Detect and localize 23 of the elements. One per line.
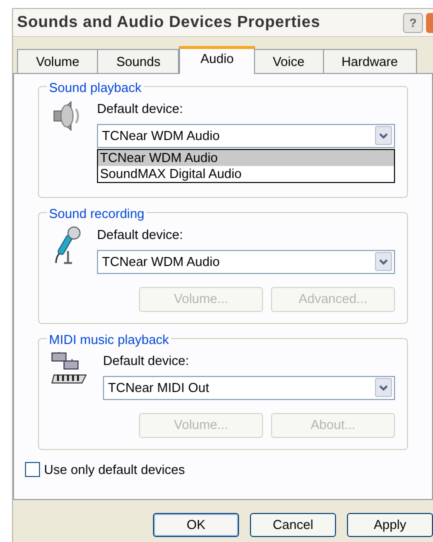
tab[interactable]: Voice: [254, 49, 324, 73]
tab[interactable]: Volume: [17, 49, 98, 73]
dialog-button[interactable]: OK: [153, 513, 239, 537]
field-label: Default device:: [97, 226, 184, 244]
dialog-button[interactable]: Apply: [347, 513, 433, 537]
tab[interactable]: Audio: [179, 46, 255, 74]
field-label: Default device:: [103, 352, 190, 370]
field-label: Default device:: [97, 100, 184, 118]
device-dropdown[interactable]: TCNear MIDI Out: [103, 376, 395, 400]
dialog-button[interactable]: Cancel: [250, 513, 336, 537]
combo-value: TCNear WDM Audio: [102, 252, 220, 271]
tab[interactable]: Sounds: [97, 49, 180, 73]
combo-value: TCNear WDM Audio: [102, 126, 220, 145]
device-dropdown[interactable]: TCNear WDM Audio: [97, 250, 395, 274]
window-title: Sounds and Audio Devices Properties: [17, 12, 320, 32]
tab[interactable]: Hardware: [322, 49, 417, 73]
help-button[interactable]: ?: [403, 12, 423, 32]
checkbox[interactable]: [25, 462, 40, 478]
combo-value: TCNear MIDI Out: [108, 378, 210, 397]
close-button[interactable]: [426, 12, 433, 32]
dropdown-option[interactable]: TCNear WDM Audio: [98, 150, 394, 166]
checkbox-label: Use only default devices: [44, 461, 185, 479]
device-dropdown[interactable]: TCNear WDM Audio: [97, 124, 395, 148]
